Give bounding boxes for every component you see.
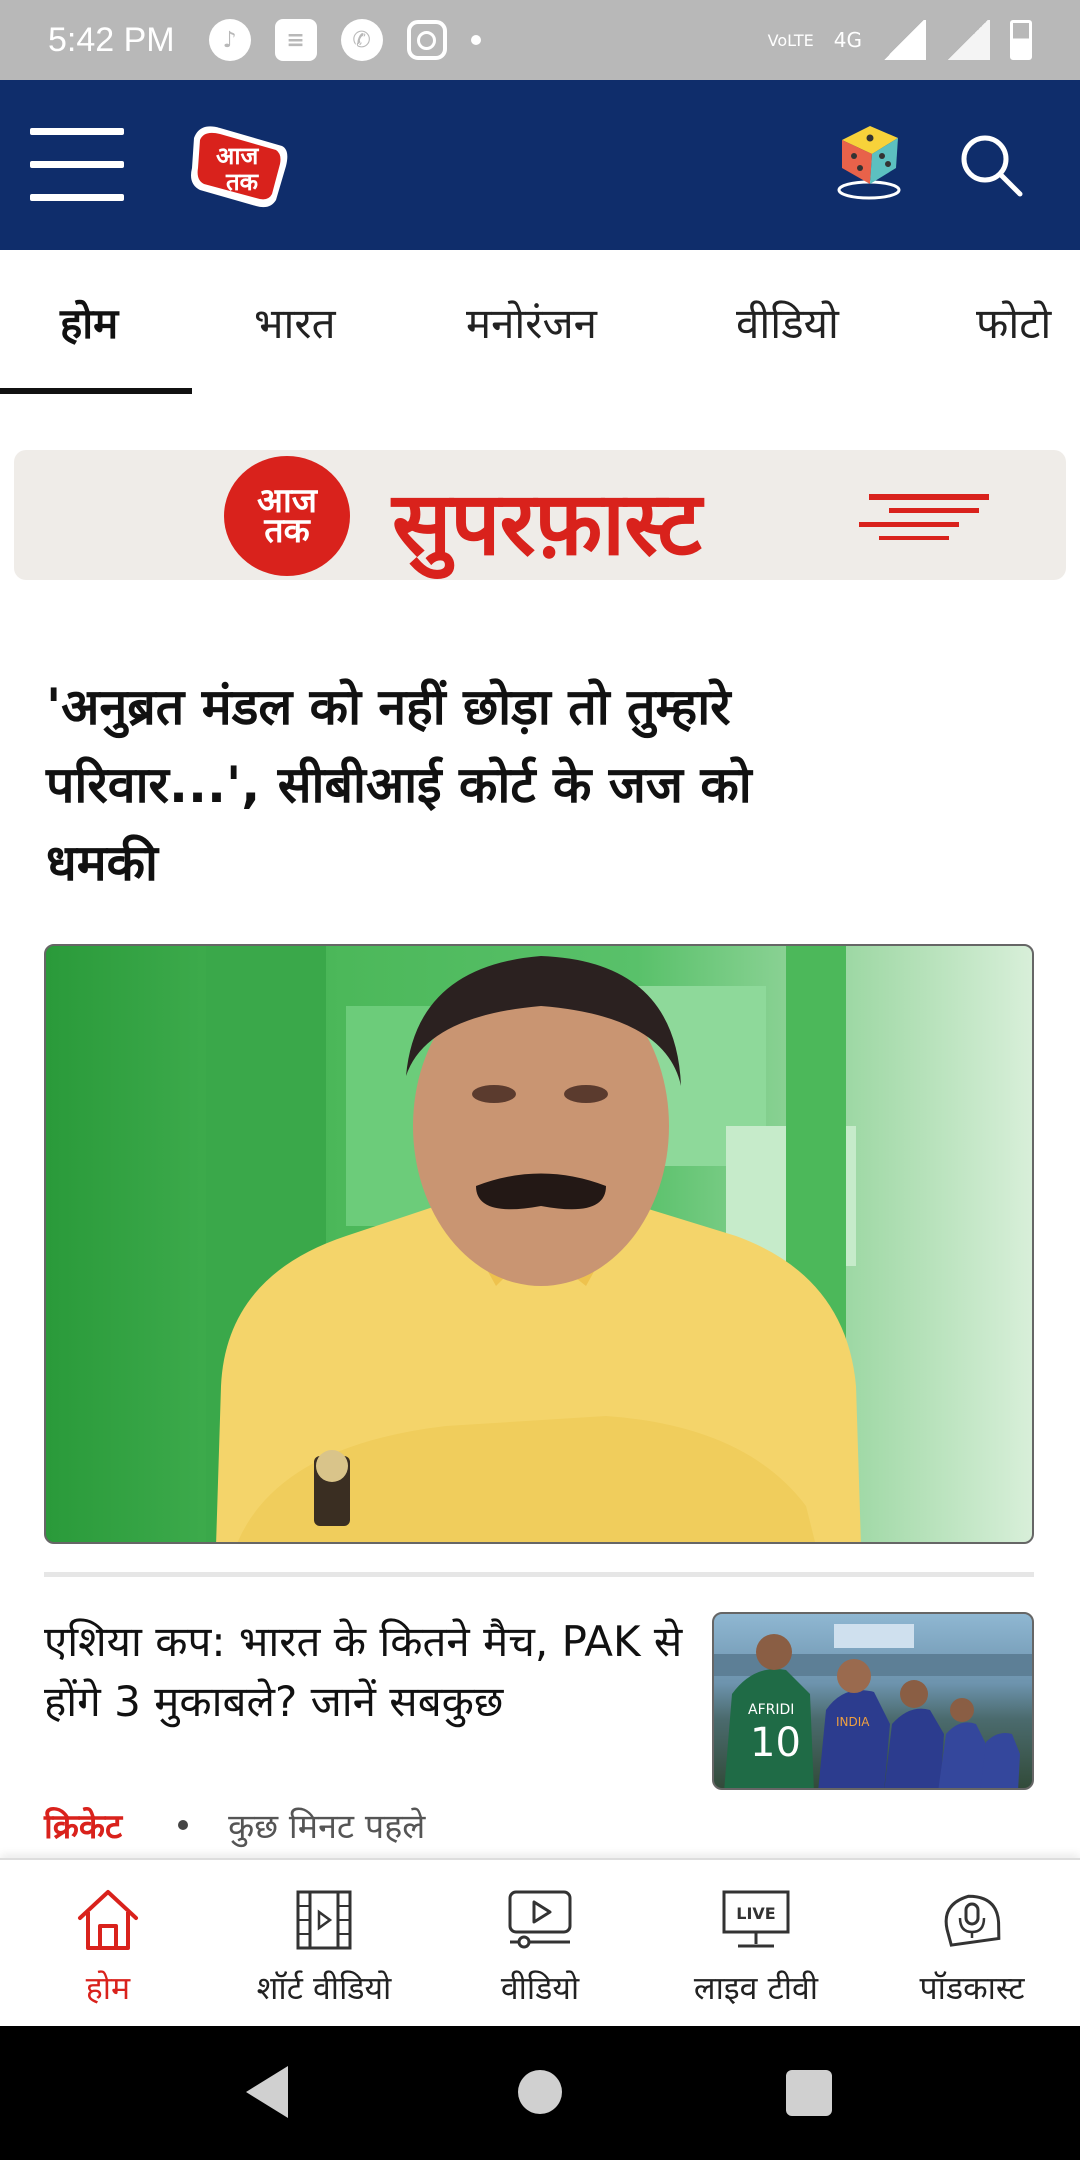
menu-icon[interactable]: [30, 128, 124, 202]
superfast-banner[interactable]: आज तक सुपरफ़ास्ट: [14, 450, 1066, 580]
tab-video[interactable]: वीडियो: [736, 250, 839, 394]
signal-icon: [882, 20, 926, 60]
recent-apps-icon[interactable]: [786, 2070, 832, 2116]
home-button-icon[interactable]: [518, 2070, 562, 2114]
nav-video[interactable]: वीडियो: [432, 1860, 648, 2028]
nav-podcast[interactable]: पॉडकास्ट: [864, 1860, 1080, 2028]
category-tabs: होम भारत मनोरंजन वीडियो फोटो: [0, 250, 1080, 394]
live-tv-icon: LIVE: [722, 1890, 790, 1948]
tab-bharat[interactable]: भारत: [254, 250, 336, 394]
tab-manoranjan[interactable]: मनोरंजन: [466, 250, 597, 394]
top-story-image[interactable]: [44, 944, 1034, 1544]
dice-game-icon[interactable]: [832, 116, 906, 202]
back-icon[interactable]: [246, 2066, 288, 2118]
nav-live-tv-label: लाइव टीवी: [693, 1969, 819, 2007]
video-play-icon: [508, 1890, 572, 1949]
nav-live-tv[interactable]: LIVE लाइव टीवी: [648, 1860, 864, 2028]
nav-short-video[interactable]: शॉर्ट वीडियो: [216, 1860, 432, 2028]
tab-photo[interactable]: फोटो: [976, 250, 1051, 394]
meta-separator: [178, 1820, 189, 1830]
banner-logo-line2: तक: [264, 511, 310, 551]
signal-icon-2: [946, 20, 990, 60]
banner-title: सुपरफ़ास्ट: [392, 472, 702, 575]
cricket-players-photo: AFRIDI 10 INDIA: [714, 1624, 1032, 1788]
thumb-jersey-number: 10: [750, 1720, 801, 1766]
banner-logo: आज तक: [224, 456, 350, 576]
story-meta: क्रिकेट कुछ मिनट पहले: [44, 1800, 425, 1850]
more-notifications-icon: [470, 35, 481, 45]
thumb-jersey-name: AFRIDI: [748, 1702, 794, 1718]
volte-icon: VoLTE: [767, 30, 814, 50]
notification-icons: ♪ ≡ ✆: [208, 19, 481, 61]
home-icon: [78, 1890, 138, 1950]
story-title[interactable]: एशिया कप: भारत के कितने मैच, PAK से होंग…: [44, 1612, 684, 1732]
top-story-headline[interactable]: 'अनुब्रत मंडल को नहीं छोड़ा तो तुम्हारे …: [46, 668, 846, 902]
music-notification-icon: ♪: [208, 19, 251, 61]
nav-short-video-label: शॉर्ट वीडियो: [256, 1969, 392, 2007]
story-thumbnail[interactable]: AFRIDI 10 INDIA: [712, 1612, 1034, 1790]
network-type-label: 4G: [833, 28, 862, 52]
section-divider: [44, 1572, 1034, 1577]
whatsapp-notification-icon: ✆: [340, 19, 383, 61]
nav-video-label: वीडियो: [500, 1969, 580, 2007]
live-tv-icon-text: LIVE: [736, 1904, 775, 1923]
system-navigation-bar: [0, 2026, 1080, 2160]
instagram-notification-icon: [406, 20, 447, 60]
film-icon: [296, 1890, 352, 1950]
story-category[interactable]: क्रिकेट: [44, 1802, 122, 1848]
story-timestamp: कुछ मिनट पहले: [228, 1807, 426, 1847]
tab-home[interactable]: होम: [60, 250, 118, 394]
bottom-navigation: होम शॉर्ट वीडियो वीडियो LIVE लाइव टीवी प…: [0, 1858, 1080, 2026]
thumb-jersey-team: INDIA: [836, 1715, 870, 1729]
aajtak-logo[interactable]: आज तक: [186, 118, 292, 212]
active-tab-indicator: [0, 388, 192, 394]
status-bar: 5:42 PM ♪ ≡ ✆ VoLTE 4G: [0, 0, 1080, 80]
status-time: 5:42 PM: [48, 20, 175, 59]
app-header: आज तक: [0, 80, 1080, 250]
nav-podcast-label: पॉडकास्ट: [919, 1969, 1025, 2007]
person-photo: [216, 956, 861, 1542]
logo-text-bottom: तक: [225, 168, 260, 196]
podcast-icon: [944, 1894, 1001, 1947]
message-notification-icon: ≡: [274, 19, 317, 61]
system-status-icons: VoLTE 4G: [768, 20, 1032, 60]
search-icon[interactable]: [958, 132, 1024, 198]
battery-icon: [1010, 20, 1032, 60]
nav-home[interactable]: होम: [0, 1860, 216, 2028]
nav-home-label: होम: [85, 1969, 131, 2007]
logo-text-top: आज: [216, 142, 260, 170]
speed-lines-icon: [859, 494, 989, 540]
